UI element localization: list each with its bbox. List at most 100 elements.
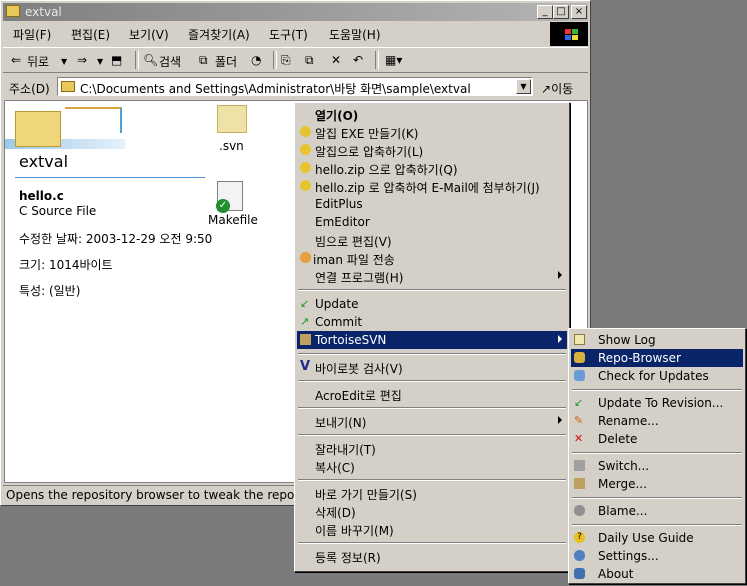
iman-icon	[300, 252, 311, 263]
svn-update-icon: ↙	[300, 297, 310, 310]
close-button[interactable]: ×	[571, 5, 587, 19]
menu-item-send-to[interactable]: 보내기(N)	[297, 412, 567, 430]
settings-icon	[574, 550, 585, 561]
history-icon[interactable]: ◔	[251, 53, 261, 67]
submenu-item-check-updates[interactable]: Check for Updates	[571, 367, 743, 385]
web-view-decoration	[65, 107, 122, 133]
alzip-icon	[300, 144, 311, 155]
menu-favorites[interactable]: 즐겨찾기(A)	[188, 26, 250, 43]
update-revision-icon: ↙	[574, 396, 584, 409]
check-updates-icon	[574, 370, 585, 381]
menu-item-tortoisesvn[interactable]: TortoiseSVN	[297, 331, 567, 349]
file-label-svn[interactable]: .svn	[219, 139, 244, 153]
address-label: 주소(D)	[9, 82, 50, 96]
menu-item-delete[interactable]: 삭제(D)	[297, 502, 567, 520]
undo-icon[interactable]: ↶	[353, 53, 363, 67]
maximize-button[interactable]: □	[553, 5, 569, 19]
tortoisesvn-icon	[300, 334, 311, 345]
folders-button[interactable]: 폴더	[215, 53, 237, 70]
menu-separator	[298, 434, 566, 436]
large-folder-icon	[15, 111, 61, 147]
menu-item-emeditor[interactable]: EmEditor	[297, 213, 567, 231]
menu-item-vim-edit[interactable]: 빔으로 편집(V)	[297, 231, 567, 249]
show-log-icon	[574, 334, 585, 345]
menu-item-open-with[interactable]: 연결 프로그램(H)	[297, 267, 567, 285]
minimize-button[interactable]: _	[537, 5, 553, 19]
address-input[interactable]: C:\Documents and Settings\Administrator\…	[57, 77, 533, 96]
menu-item-rename[interactable]: 이름 바꾸기(M)	[297, 520, 567, 538]
menu-bar: 파일(F) 편집(E) 보기(V) 즐겨찾기(A) 도구(T) 도움말(H)	[3, 23, 588, 43]
menu-item-virobot-scan[interactable]: V 바이로봇 검사(V)	[297, 358, 567, 376]
menu-item-create-shortcut[interactable]: 바로 가기 만들기(S)	[297, 484, 567, 502]
menu-item-alzip-compress[interactable]: 알집으로 압축하기(L)	[297, 141, 567, 159]
folder-name: extval	[19, 152, 69, 171]
alzip-icon	[300, 180, 311, 191]
tortoisesvn-submenu: Show Log Repo-Browser Check for Updates …	[568, 328, 746, 584]
svn-folder-icon[interactable]	[217, 105, 247, 133]
submenu-arrow-icon	[558, 271, 562, 279]
back-arrow-icon[interactable]: ⇐	[11, 53, 21, 67]
submenu-item-show-log[interactable]: Show Log	[571, 331, 743, 349]
go-button[interactable]: ↗이동	[541, 80, 573, 97]
menu-item-editplus[interactable]: EditPlus	[297, 195, 567, 213]
submenu-item-merge[interactable]: Merge...	[571, 475, 743, 493]
menu-item-iman-send[interactable]: iman 파일 전송	[297, 249, 567, 267]
toolbar-separator	[375, 51, 379, 69]
switch-icon	[574, 460, 585, 471]
toolbar-separator	[135, 51, 139, 69]
makefile-icon[interactable]: ✓	[216, 181, 243, 213]
about-icon	[574, 568, 585, 579]
submenu-item-rename[interactable]: ✎ Rename...	[571, 412, 743, 430]
menu-file[interactable]: 파일(F)	[13, 26, 51, 43]
menu-item-zip-email[interactable]: hello.zip 로 압축하여 E-Mail에 첨부하기(J)	[297, 177, 567, 195]
menu-separator	[298, 289, 566, 291]
submenu-item-delete[interactable]: ✕ Delete	[571, 430, 743, 448]
menu-edit[interactable]: 편집(E)	[71, 26, 110, 43]
up-folder-icon[interactable]: ⬒	[111, 53, 122, 67]
move-to-icon[interactable]: ⎘	[281, 53, 291, 68]
menu-item-cut[interactable]: 잘라내기(T)	[297, 439, 567, 457]
menu-item-alzip-exe[interactable]: 알집 EXE 만들기(K)	[297, 123, 567, 141]
merge-icon	[574, 478, 585, 489]
forward-arrow-icon[interactable]: ⇒	[77, 53, 87, 67]
file-label-makefile[interactable]: Makefile	[208, 213, 258, 227]
selected-file-type: C Source File	[19, 204, 97, 218]
menu-item-open[interactable]: 열기(O)	[297, 105, 567, 123]
menu-separator	[298, 407, 566, 409]
menu-separator	[298, 542, 566, 544]
submenu-item-about[interactable]: About	[571, 565, 743, 583]
alzip-icon	[300, 162, 311, 173]
menu-view[interactable]: 보기(V)	[129, 26, 169, 43]
copy-to-icon[interactable]: ⧉	[305, 53, 314, 68]
forward-dropdown-icon[interactable]: ▼	[97, 57, 103, 66]
menu-item-copy[interactable]: 복사(C)	[297, 457, 567, 475]
go-label: 이동	[551, 82, 574, 96]
divider	[15, 177, 205, 178]
back-button[interactable]: 뒤로	[27, 53, 49, 70]
submenu-item-daily-use-guide[interactable]: ? Daily Use Guide	[571, 529, 743, 547]
menu-item-properties[interactable]: 등록 정보(R)	[297, 547, 567, 565]
menu-item-svn-commit[interactable]: ↗ Commit	[297, 313, 567, 331]
delete-x-icon: ✕	[574, 432, 584, 445]
submenu-item-settings[interactable]: Settings...	[571, 547, 743, 565]
submenu-item-blame[interactable]: Blame...	[571, 502, 743, 520]
delete-icon[interactable]: ✕	[331, 53, 341, 67]
chevron-down-icon[interactable]: ▼	[516, 79, 531, 94]
search-icon[interactable]: 🔍︎	[143, 53, 158, 67]
back-dropdown-icon[interactable]: ▼	[61, 57, 67, 66]
window-title: extval	[25, 5, 62, 19]
menu-help[interactable]: 도움말(H)	[329, 26, 381, 43]
menu-item-svn-update[interactable]: ↙ Update	[297, 295, 567, 313]
folders-icon[interactable]: ⧉	[199, 53, 208, 68]
menu-item-acroedit[interactable]: AcroEdit로 편집	[297, 385, 567, 403]
menu-separator	[298, 353, 566, 355]
search-button[interactable]: 검색	[159, 53, 181, 70]
menu-tools[interactable]: 도구(T)	[269, 26, 308, 43]
title-bar[interactable]: extval _ □ ×	[3, 3, 588, 21]
submenu-item-switch[interactable]: Switch...	[571, 457, 743, 475]
submenu-item-repo-browser[interactable]: Repo-Browser	[571, 349, 743, 367]
menu-item-zip-compress[interactable]: hello.zip 으로 압축하기(Q)	[297, 159, 567, 177]
views-icon[interactable]: ▦▾	[385, 53, 402, 67]
submenu-item-update-to-revision[interactable]: ↙ Update To Revision...	[571, 394, 743, 412]
context-menu: 열기(O) 알집 EXE 만들기(K) 알집으로 압축하기(L) hello.z…	[294, 102, 570, 572]
